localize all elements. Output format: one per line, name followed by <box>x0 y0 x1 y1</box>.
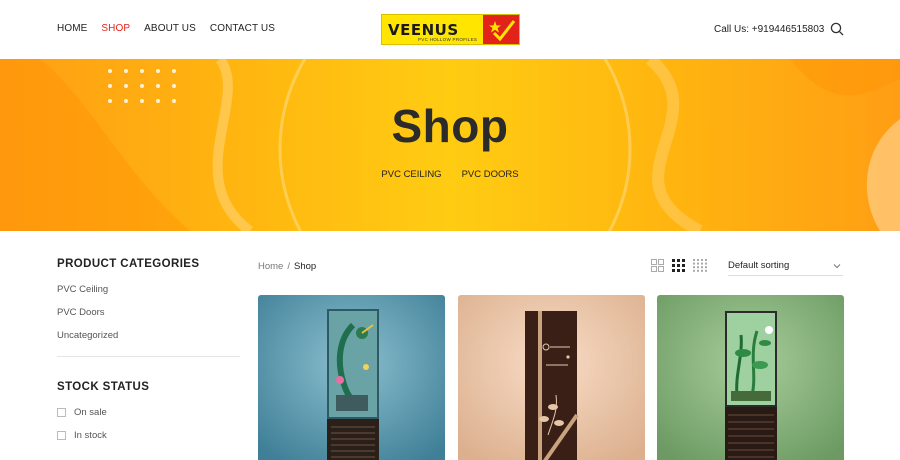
nav-about-us[interactable]: ABOUT US <box>144 23 196 34</box>
site-header: HOME SHOP ABOUT US CONTACT US VEENUS PVC… <box>0 0 900 59</box>
dot-pattern <box>108 69 177 103</box>
product-card-plant-glass-door[interactable] <box>657 295 844 460</box>
hero-link-pvc-doors[interactable]: PVC DOORS <box>462 169 519 180</box>
breadcrumb-current: Shop <box>293 261 317 272</box>
page-hero-banner: Shop PVC CEILING PVC DOORS <box>0 59 900 231</box>
category-pvc-ceiling[interactable]: PVC Ceiling <box>57 284 240 307</box>
search-icon[interactable] <box>830 22 844 36</box>
site-logo[interactable]: VEENUS PVC HOLLOW PROFILES <box>381 14 520 45</box>
sidebar-divider <box>57 356 240 357</box>
hero-category-links: PVC CEILING PVC DOORS <box>0 169 900 180</box>
category-pvc-doors[interactable]: PVC Doors <box>57 307 240 330</box>
grid-3-icon[interactable] <box>672 259 685 272</box>
product-categories-title: PRODUCT CATEGORIES <box>57 258 200 270</box>
checkbox[interactable] <box>57 408 66 417</box>
stock-status-title: STOCK STATUS <box>57 381 150 393</box>
chevron-down-icon <box>833 261 841 272</box>
stock-filter-label: In stock <box>74 430 107 441</box>
call-us-text[interactable]: Call Us: +919446515803 <box>714 24 824 35</box>
checkmark-star-icon <box>483 15 519 44</box>
nav-contact-us[interactable]: CONTACT US <box>210 23 275 34</box>
breadcrumb-separator: / <box>287 261 290 272</box>
breadcrumb: Home / Shop <box>258 261 316 272</box>
category-list: PVC Ceiling PVC Doors Uncategorized <box>57 284 240 353</box>
main-nav: HOME SHOP ABOUT US CONTACT US <box>57 23 275 34</box>
page-title: Shop <box>391 100 509 152</box>
sorting-value: Default sorting <box>728 260 790 271</box>
nav-shop[interactable]: SHOP <box>101 23 130 34</box>
stock-filter-list: On sale In stock <box>57 407 240 453</box>
product-card-floral-brown-door[interactable] <box>458 295 645 460</box>
shop-sidebar: PRODUCT CATEGORIES PVC Ceiling PVC Doors… <box>57 258 240 453</box>
category-uncategorized[interactable]: Uncategorized <box>57 330 240 353</box>
grid-2-icon[interactable] <box>651 259 664 272</box>
stock-filter-in-stock[interactable]: In stock <box>57 430 240 453</box>
nav-home[interactable]: HOME <box>57 23 87 34</box>
stock-filter-label: On sale <box>74 407 107 418</box>
breadcrumb-home[interactable]: Home <box>258 261 283 272</box>
stock-filter-on-sale[interactable]: On sale <box>57 407 240 430</box>
checkbox[interactable] <box>57 431 66 440</box>
logo-subtext: PVC HOLLOW PROFILES <box>418 37 478 42</box>
sorting-select[interactable]: Default sorting <box>728 258 843 276</box>
hero-link-pvc-ceiling[interactable]: PVC CEILING <box>381 169 441 180</box>
logo-text: VEENUS <box>388 20 459 39</box>
grid-4-icon[interactable] <box>693 259 707 272</box>
product-card-peacock-door[interactable] <box>258 295 445 460</box>
